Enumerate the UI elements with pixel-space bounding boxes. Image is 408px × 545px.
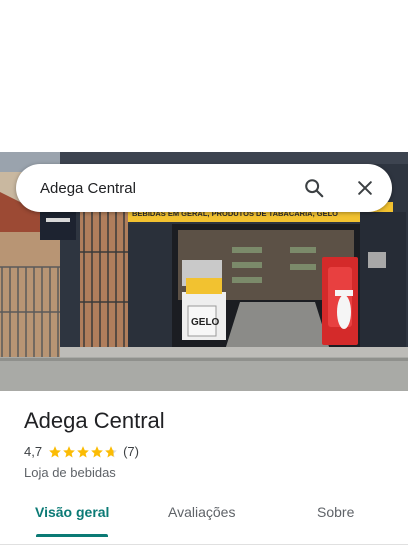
- close-icon: [358, 181, 372, 195]
- active-tab-indicator: [36, 534, 108, 537]
- clear-button[interactable]: [351, 174, 379, 202]
- gelo-sign-text: GELO: [191, 317, 220, 328]
- tab-overview[interactable]: Visão geral: [35, 504, 109, 520]
- star-icon: [63, 445, 75, 458]
- star-icon: [91, 445, 103, 458]
- star-icon: [49, 445, 61, 458]
- star-icon: [77, 445, 89, 458]
- place-category: Loja de bebidas: [24, 465, 116, 480]
- search-input[interactable]: Adega Central: [40, 180, 136, 197]
- search-bar[interactable]: Adega Central: [16, 164, 392, 212]
- review-count[interactable]: (7): [123, 444, 139, 459]
- search-icon: [305, 179, 324, 198]
- tab-reviews[interactable]: Avaliações: [168, 504, 235, 520]
- tab-bar: Visão geral Avaliações Sobre: [0, 496, 408, 545]
- place-title: Adega Central: [24, 408, 165, 433]
- star-icon: [105, 445, 117, 458]
- rating-value: 4,7: [24, 444, 43, 459]
- rating-stars: [48, 445, 118, 459]
- tab-about[interactable]: Sobre: [317, 504, 354, 520]
- search-button[interactable]: [300, 174, 328, 202]
- rating-row[interactable]: 4,7 (7): [24, 444, 139, 459]
